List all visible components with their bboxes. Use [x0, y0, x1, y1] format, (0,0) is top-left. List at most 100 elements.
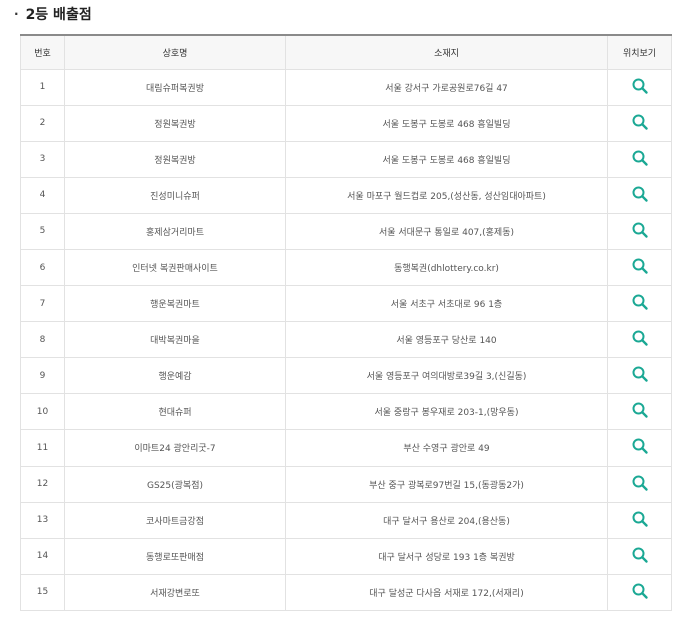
map-search-button[interactable] [631, 113, 649, 131]
search-icon [632, 366, 648, 382]
row-number: 5 [20, 212, 65, 250]
map-search-button[interactable] [631, 77, 649, 95]
row-address: 부산 수영구 광안로 49 [285, 429, 608, 467]
row-store-name: 대박복권마을 [64, 321, 286, 359]
table-row: 15 서재강변로또 대구 달성군 다사읍 서재로 172,(서재리) [20, 573, 672, 611]
row-address: 대구 달서구 용산로 204,(용산동) [285, 501, 608, 539]
row-store-name: 코사마트금강점 [64, 501, 286, 539]
row-address: 동행복권(dhlottery.co.kr) [285, 248, 608, 287]
search-icon [632, 583, 648, 599]
table-row: 2 정원복권방 서울 도봉구 도봉로 468 흥일빌딩 [20, 104, 672, 142]
table-row: 4 진성미니슈퍼 서울 마포구 월드컵로 205,(성산동, 성산임대아파트) [20, 176, 672, 214]
row-number: 13 [20, 501, 65, 539]
map-search-button[interactable] [631, 149, 649, 167]
header-number: 번호 [20, 34, 65, 70]
row-store-name: 행운복권마트 [64, 285, 286, 323]
row-map-cell [607, 321, 672, 359]
search-icon [632, 402, 648, 419]
row-number: 9 [20, 357, 65, 395]
row-number: 6 [20, 248, 65, 287]
row-number: 11 [20, 429, 65, 467]
row-number: 2 [20, 104, 65, 142]
search-icon [632, 547, 648, 563]
search-icon [632, 78, 648, 94]
row-map-cell [607, 429, 672, 467]
table-row: 14 동행로또판매점 대구 달서구 성당로 193 1층 복권방 [20, 537, 672, 575]
map-search-button[interactable] [631, 401, 649, 419]
map-search-button[interactable] [631, 329, 649, 347]
table-header-row: 번호 상호명 소재지 위치보기 [20, 34, 672, 70]
row-address: 서울 도봉구 도봉로 468 흥일빌딩 [285, 140, 608, 178]
search-icon [632, 475, 648, 491]
row-address: 서울 마포구 월드컵로 205,(성산동, 성산임대아파트) [285, 176, 608, 214]
row-map-cell [607, 212, 672, 250]
row-number: 7 [20, 285, 65, 323]
table-row: 13 코사마트금강점 대구 달서구 용산로 204,(용산동) [20, 501, 672, 539]
row-store-name: GS25(광복점) [64, 465, 286, 503]
table-row: 10 현대슈퍼 서울 중랑구 봉우재로 203-1,(망우동) [20, 393, 672, 431]
row-number: 10 [20, 393, 65, 431]
row-address: 서울 서초구 서초대로 96 1층 [285, 285, 608, 323]
table-row: 7 행운복권마트 서울 서초구 서초대로 96 1층 [20, 285, 672, 323]
row-store-name: 동행로또판매점 [64, 537, 286, 575]
row-address: 서울 중랑구 봉우재로 203-1,(망우동) [285, 393, 608, 431]
section-title: · 2등 배출점 [14, 4, 92, 24]
map-search-button[interactable] [631, 221, 649, 239]
row-number: 12 [20, 465, 65, 503]
map-search-button[interactable] [631, 185, 649, 203]
map-search-button[interactable] [631, 365, 649, 383]
search-icon [632, 258, 648, 274]
search-icon [632, 222, 648, 238]
row-number: 15 [20, 573, 65, 611]
search-icon [632, 330, 648, 346]
row-map-cell [607, 393, 672, 431]
row-store-name: 현대슈퍼 [64, 393, 286, 431]
row-map-cell [607, 140, 672, 178]
table-row: 12 GS25(광복점) 부산 중구 광복로97번길 15,(동광동2가) [20, 465, 672, 503]
map-search-button[interactable] [631, 582, 649, 600]
row-store-name: 정원복권방 [64, 104, 286, 142]
header-map: 위치보기 [607, 34, 672, 70]
row-map-cell [607, 176, 672, 214]
row-store-name: 진성미니슈퍼 [64, 176, 286, 214]
row-number: 14 [20, 537, 65, 575]
row-map-cell [607, 573, 672, 611]
search-icon [632, 438, 648, 455]
row-map-cell [607, 248, 672, 287]
row-number: 8 [20, 321, 65, 359]
search-icon [632, 186, 648, 202]
row-store-name: 홍제삼거리마트 [64, 212, 286, 250]
table-row: 5 홍제삼거리마트 서울 서대문구 통일로 407,(홍제동) [20, 212, 672, 250]
map-search-button[interactable] [631, 474, 649, 492]
row-address: 서울 서대문구 통일로 407,(홍제동) [285, 212, 608, 250]
row-number: 1 [20, 68, 65, 106]
row-address: 서울 도봉구 도봉로 468 흥일빌딩 [285, 104, 608, 142]
table-row: 8 대박복권마을 서울 영등포구 당산로 140 [20, 321, 672, 359]
row-map-cell [607, 285, 672, 323]
row-address: 서울 강서구 가로공원로76길 47 [285, 68, 608, 106]
header-address: 소재지 [285, 34, 608, 70]
row-address: 대구 달성군 다사읍 서재로 172,(서재리) [285, 573, 608, 611]
map-search-button[interactable] [631, 293, 649, 311]
map-search-button[interactable] [631, 437, 649, 455]
row-number: 3 [20, 140, 65, 178]
row-address: 부산 중구 광복로97번길 15,(동광동2가) [285, 465, 608, 503]
map-search-button[interactable] [631, 546, 649, 564]
row-store-name: 서재강변로또 [64, 573, 286, 611]
search-icon [632, 114, 648, 130]
row-map-cell [607, 501, 672, 539]
row-map-cell [607, 104, 672, 142]
row-map-cell [607, 537, 672, 575]
map-search-button[interactable] [631, 510, 649, 528]
row-address: 서울 영등포구 여의대방로39길 3,(신길동) [285, 357, 608, 395]
row-map-cell [607, 68, 672, 106]
map-search-button[interactable] [631, 257, 649, 275]
table-row: 6 인터넷 복권판매사이트 동행복권(dhlottery.co.kr) [20, 248, 672, 287]
search-icon [632, 150, 648, 166]
row-address: 대구 달서구 성당로 193 1층 복권방 [285, 537, 608, 575]
section-bullet: · [14, 7, 19, 21]
table-row: 11 이마트24 광안리굿-7 부산 수영구 광안로 49 [20, 429, 672, 467]
search-icon [632, 294, 648, 310]
row-map-cell [607, 357, 672, 395]
row-number: 4 [20, 176, 65, 214]
